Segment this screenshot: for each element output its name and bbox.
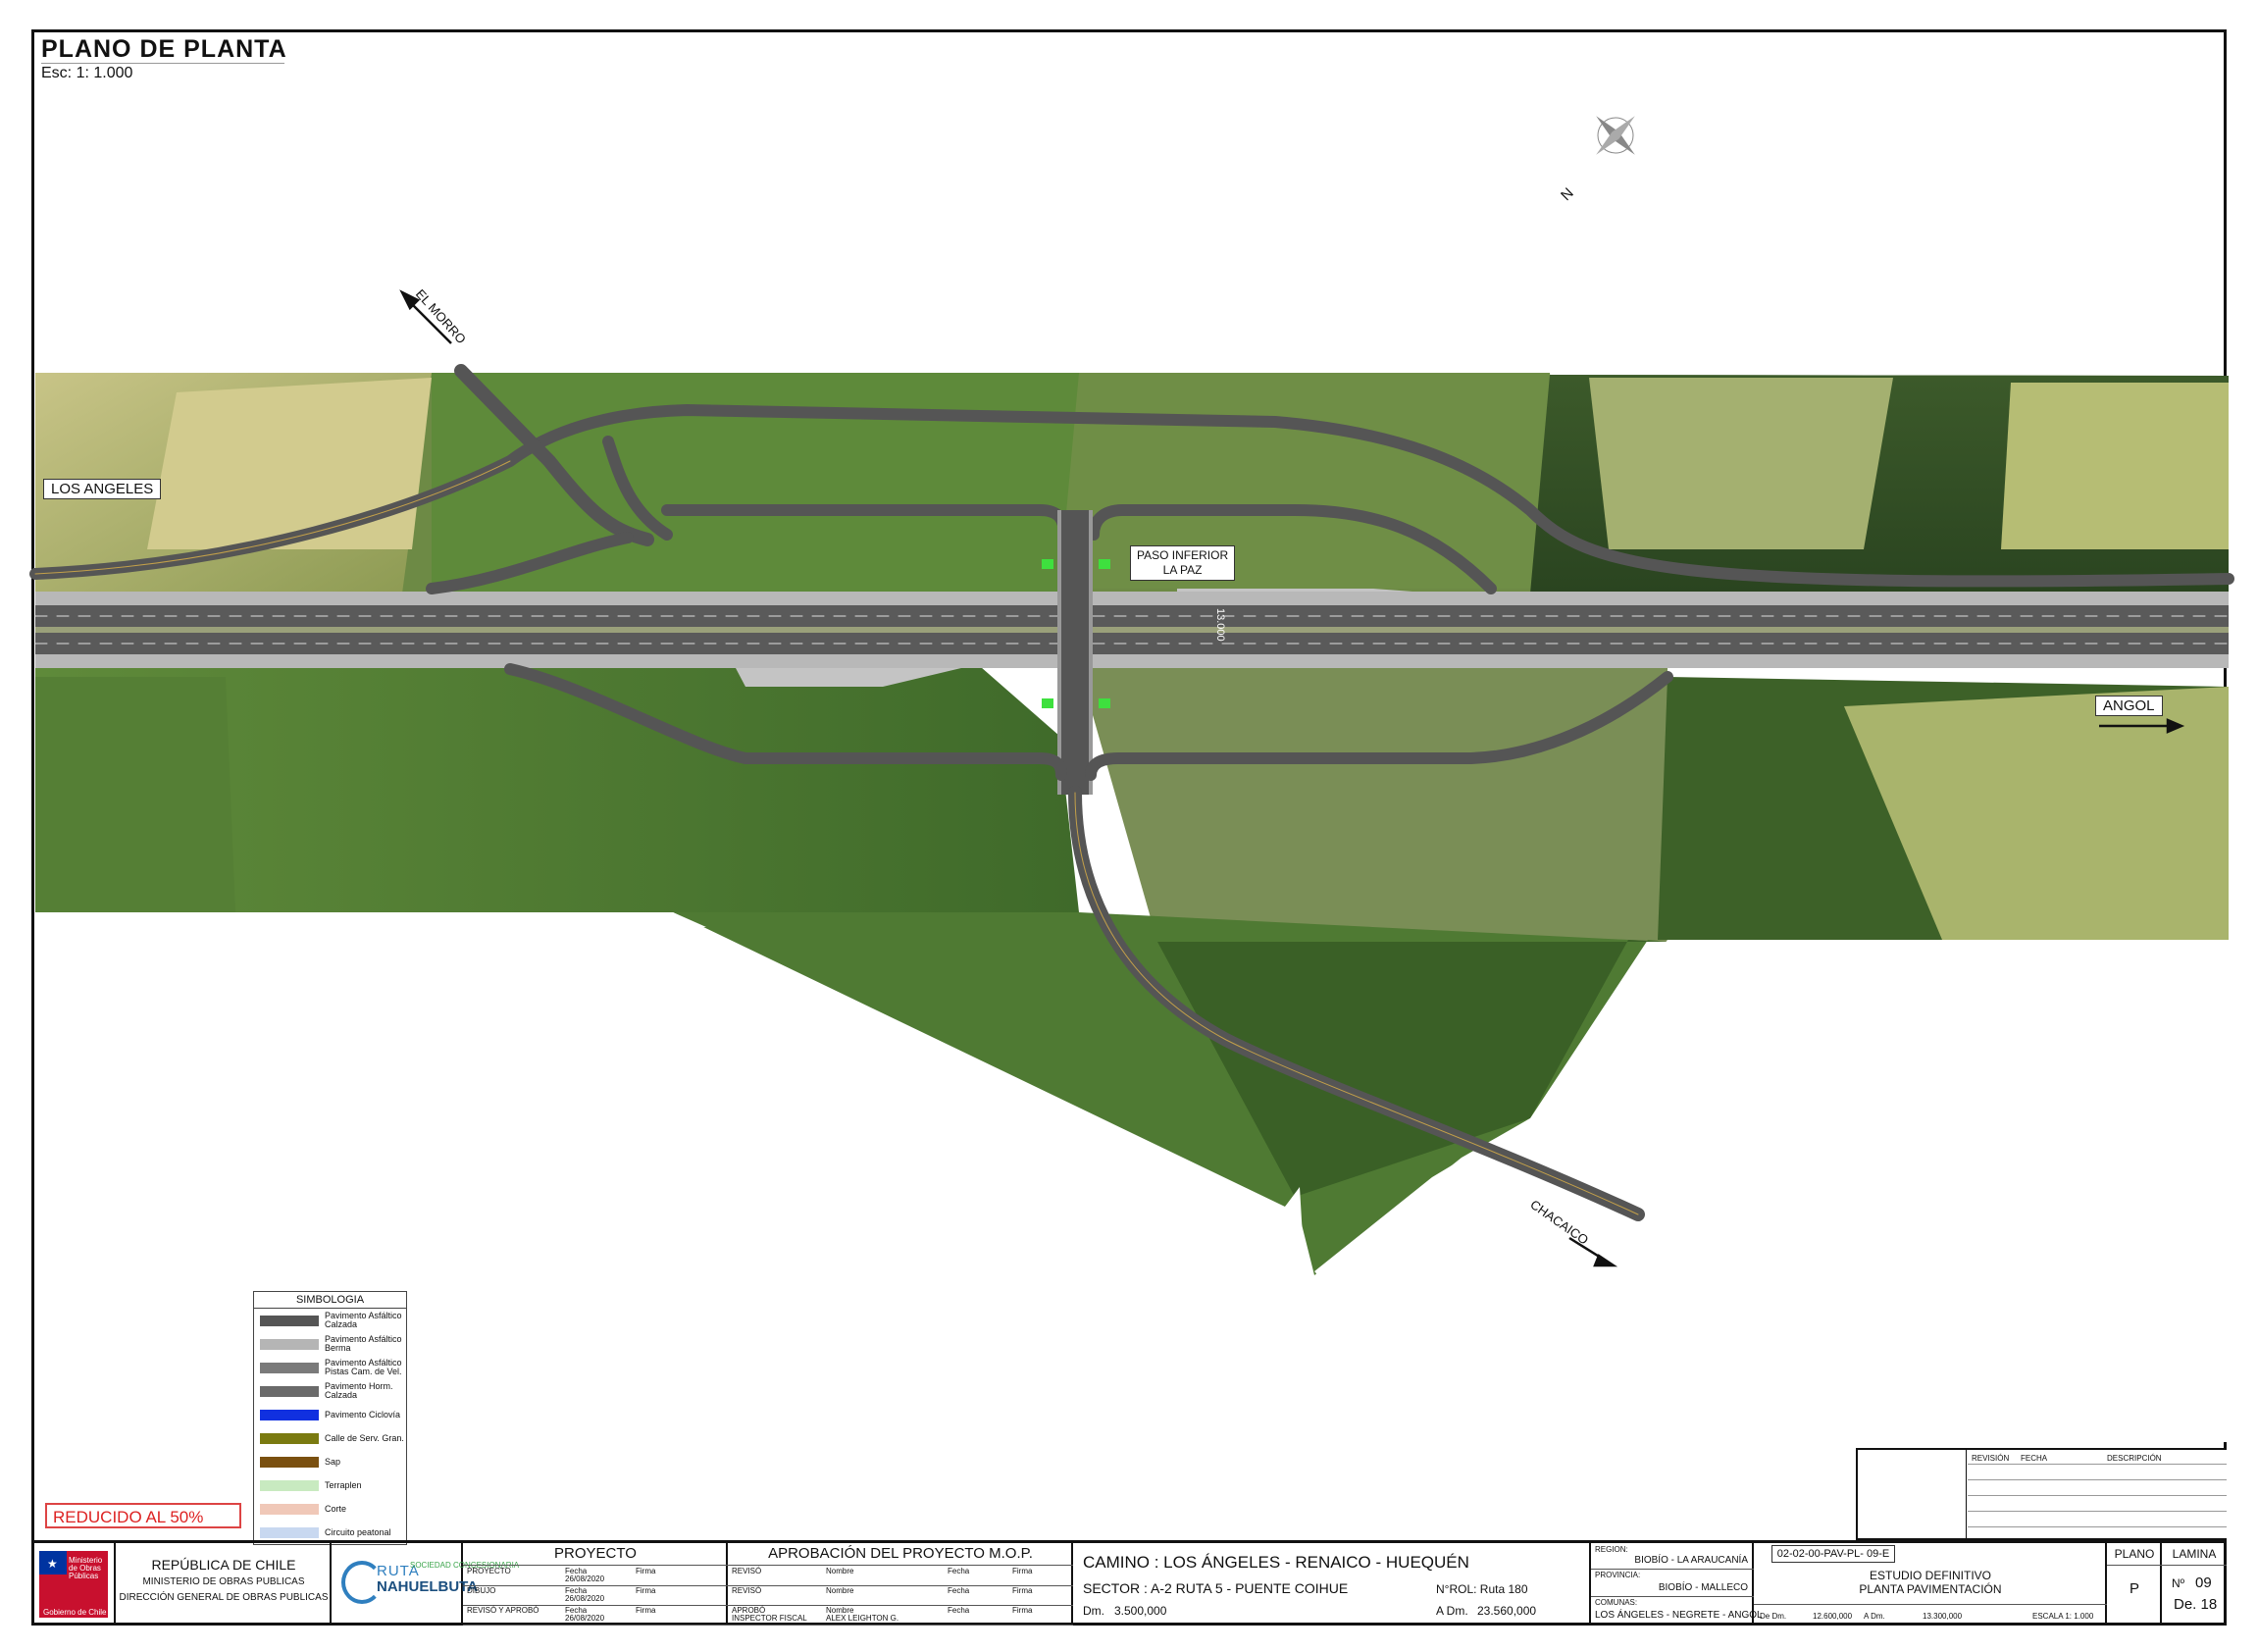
proyecto-fecha: 26/08/2020	[565, 1575, 605, 1583]
legend-item: Terraplen	[254, 1473, 406, 1497]
legend-swatch	[260, 1315, 319, 1326]
plano-cell: PLANO P	[2107, 1543, 2162, 1626]
proyecto-cell: PROYECTO PROYECTO Fecha 26/08/2020 Firma DIB…	[463, 1543, 728, 1626]
mop-firma: Firma	[1012, 1567, 1033, 1575]
legend-item: Corte	[254, 1497, 406, 1521]
legend-label: Pavimento Ciclovía	[325, 1409, 401, 1420]
proyecto-role: PROYECTO	[467, 1567, 511, 1575]
mop-role: REVISÓ	[732, 1567, 762, 1575]
proyecto-role: REVISÓ Y APROBÓ	[467, 1606, 539, 1615]
legend-title: SIMBOLOGIA	[254, 1292, 406, 1309]
mop-logo-cell: ★ Ministerio de Obras Públicas Gobierno …	[31, 1543, 116, 1626]
legend-item: Pavimento Asfáltico Calzada	[254, 1309, 406, 1332]
legend-label: Calle de Serv. Gran.	[325, 1432, 404, 1443]
revision-col-descripcion: DESCRIPCIÓN	[2107, 1454, 2162, 1463]
legend-swatch	[260, 1479, 319, 1491]
mop-nombre_label: Nombre	[826, 1586, 854, 1595]
proyecto-firma: Firma	[636, 1606, 656, 1615]
mop-nombre: ALEX LEIGHTON G.	[826, 1614, 899, 1623]
reduced-note: REDUCIDO AL 50%	[45, 1503, 241, 1528]
legend-item: Pavimento Ciclovía	[254, 1403, 406, 1426]
revision-col-revision: REVISIÓN	[1972, 1454, 2010, 1463]
paso-inferior-label: PASO INFERIOR LA PAZ	[1130, 545, 1236, 581]
chainage-label: 13.000	[1214, 608, 1226, 642]
los-angeles-label: LOS ANGELES	[43, 479, 162, 499]
angol-label: ANGOL	[2095, 696, 2163, 716]
paso-inferior-line-2: LA PAZ	[1162, 563, 1203, 577]
legend-swatch	[260, 1526, 319, 1538]
concession-logo-cell: RUTA NAHUELBUTA SOCIEDAD CONCESIONARIA	[332, 1543, 519, 1626]
legend: SIMBOLOGIA Pavimento Asfáltico Calzada Pav…	[253, 1291, 407, 1545]
ministry-cell: REPÚBLICA DE CHILE MINISTERIO DE OBRAS P…	[116, 1543, 332, 1626]
legend-item: Calle de Serv. Gran.	[254, 1426, 406, 1450]
legend-swatch	[260, 1338, 319, 1350]
legend-label: Corte	[325, 1503, 347, 1514]
revision-logo-area	[1858, 1450, 1967, 1540]
legend-item: Sap	[254, 1450, 406, 1473]
legend-swatch	[260, 1409, 319, 1420]
legend-label: Terraplen	[325, 1479, 362, 1490]
legend-swatch	[260, 1503, 319, 1515]
legend-swatch	[260, 1456, 319, 1468]
camino-cell: CAMINO : LOS ÁNGELES - RENAICO - HUEQUÉN…	[1073, 1543, 1591, 1626]
legend-swatch	[260, 1432, 319, 1444]
estudio-cell: 02-02-00-PAV-PL- 09-E ESTUDIO DEFINITIVO…	[1754, 1543, 2107, 1626]
legend-label-sub: Berma	[325, 1343, 351, 1353]
legend-swatch	[260, 1362, 319, 1373]
region-cell: REGION: BIOBÍO - LA ARAUCANÍA PROVINCIA:…	[1591, 1543, 1763, 1626]
legend-label-sub: Calzada	[325, 1390, 358, 1400]
legend-item: Pavimento Asfáltico Pistas Cam. de Vel.	[254, 1356, 406, 1379]
proyecto-fecha: 26/08/2020	[565, 1614, 605, 1623]
revision-table: REVISIÓN FECHA DESCRIPCIÓN	[1856, 1448, 2227, 1540]
proyecto-fecha: 26/08/2020	[565, 1594, 605, 1603]
proyecto-firma: Firma	[636, 1567, 656, 1575]
mop-logo-icon: ★ Ministerio de Obras Públicas Gobierno …	[39, 1551, 108, 1618]
north-arrow-icon	[1596, 116, 1635, 155]
mop-role2: INSPECTOR FISCAL	[732, 1614, 807, 1623]
paso-inferior-line-1: PASO INFERIOR	[1137, 548, 1229, 562]
mop-firma: Firma	[1012, 1606, 1033, 1615]
mop-role: REVISÓ	[732, 1586, 762, 1595]
legend-label-sub: Pistas Cam. de Vel.	[325, 1367, 402, 1376]
mop-nombre_label: Nombre	[826, 1567, 854, 1575]
revision-col-fecha: FECHA	[2021, 1454, 2048, 1463]
proyecto-firma: Firma	[636, 1586, 656, 1595]
legend-swatch	[260, 1385, 319, 1397]
legend-label-sub: Calzada	[325, 1319, 358, 1329]
plan-code: 02-02-00-PAV-PL- 09-E	[1771, 1545, 1895, 1563]
title-block: ★ Ministerio de Obras Públicas Gobierno …	[31, 1540, 2227, 1626]
lamina-cell: LAMINA Nº 09 De. 18	[2162, 1543, 2227, 1626]
legend-item: Pavimento Asfáltico Berma	[254, 1332, 406, 1356]
legend-label: Circuito peatonal	[325, 1526, 391, 1537]
legend-label: Sap	[325, 1456, 341, 1467]
mop-approval-cell: APROBACIÓN DEL PROYECTO M.O.P. REVISÓ Nom…	[728, 1543, 1073, 1626]
mop-firma: Firma	[1012, 1586, 1033, 1595]
mop-fecha: Fecha	[948, 1606, 970, 1615]
legend-item: Pavimento Horm. Calzada	[254, 1379, 406, 1403]
proyecto-role: DIBUJO	[467, 1586, 496, 1595]
mop-fecha: Fecha	[948, 1567, 970, 1575]
mop-fecha: Fecha	[948, 1586, 970, 1595]
